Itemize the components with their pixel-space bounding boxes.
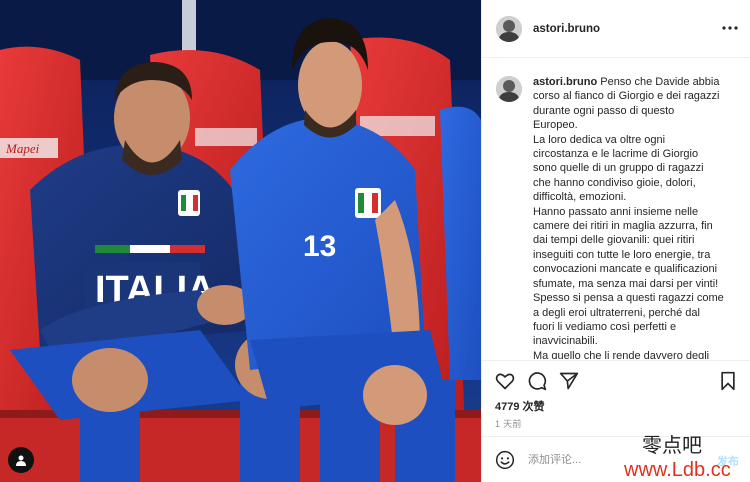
caption-username[interactable]: astori.bruno bbox=[533, 76, 597, 88]
share-icon[interactable] bbox=[559, 371, 579, 391]
caption-line: durante ogni passo di questo bbox=[533, 104, 675, 117]
emoji-icon[interactable] bbox=[495, 450, 515, 470]
comment-input[interactable] bbox=[528, 453, 648, 466]
post-side-panel: astori.bruno astori.bruno Penso che Davi… bbox=[481, 0, 750, 482]
post-comment-button[interactable]: 发布 bbox=[717, 453, 739, 469]
caption-row: astori.bruno Penso che Davide abbia cors… bbox=[496, 75, 741, 359]
jersey-number: 13 bbox=[303, 230, 336, 263]
caption-line: Spesso si pensa a questi ragazzi come bbox=[533, 292, 724, 305]
header-username[interactable]: astori.bruno bbox=[533, 23, 600, 35]
caption-line: a degli eroi ultraterreni, perché dal bbox=[533, 306, 700, 319]
comment-bar: 发布 bbox=[482, 436, 750, 482]
avatar[interactable] bbox=[496, 15, 522, 42]
post-header: astori.bruno bbox=[482, 0, 750, 58]
caption-line: che hanno condiviso gioie, dolori, bbox=[533, 176, 696, 189]
post-photo: Mapei ITALIA 13 bbox=[0, 0, 481, 482]
avatar-image bbox=[496, 76, 522, 102]
avatar-image bbox=[496, 15, 522, 42]
tagged-users-button[interactable] bbox=[8, 447, 34, 473]
caption-line: circostanza e le lacrime di Giorgio bbox=[533, 148, 699, 161]
caption-line: Hanno passato anni insieme nelle bbox=[533, 205, 699, 218]
caption-avatar[interactable] bbox=[496, 76, 522, 102]
comment-icon[interactable] bbox=[527, 371, 547, 391]
caption-line: dai tempi delle giovanili: quei ritiri bbox=[533, 234, 695, 247]
caption-line: difficoltà, emozioni. bbox=[533, 191, 627, 204]
bookmark-icon[interactable] bbox=[718, 371, 738, 391]
action-bar bbox=[482, 360, 750, 400]
caption-line: Europeo. bbox=[533, 119, 578, 132]
post-timestamp[interactable]: 1 天前 bbox=[495, 417, 522, 430]
photo-illustration: Mapei ITALIA 13 bbox=[0, 0, 481, 482]
caption-line: fuori li vediamo così perfetti e bbox=[533, 320, 677, 333]
instagram-post-modal: Mapei ITALIA 13 astori.bruno astori.brun… bbox=[0, 0, 750, 482]
caption-line: corso al fianco di Giorgio e dei ragazzi bbox=[533, 90, 720, 103]
heart-icon[interactable] bbox=[495, 371, 515, 391]
caption-line: Penso che Davide abbia bbox=[600, 76, 720, 88]
caption-line: sono quelle di un gruppo di ragazzi bbox=[533, 162, 704, 175]
more-options-button[interactable] bbox=[721, 19, 739, 37]
caption-line: inavvicinabili. bbox=[533, 335, 598, 348]
seat-logo-text: Mapei bbox=[5, 141, 40, 156]
caption-line: convocazioni mancate e qualificazioni bbox=[533, 263, 718, 276]
user-tag-icon bbox=[16, 455, 26, 466]
caption-line: sfumate, ma senza mai darsi per vinti! bbox=[533, 277, 719, 290]
likes-count[interactable]: 4779 次赞 bbox=[495, 398, 545, 414]
more-options-icon bbox=[722, 26, 738, 30]
comments-area[interactable]: astori.bruno Penso che Davide abbia cors… bbox=[482, 59, 750, 359]
caption-line: camere dei ritiri in maglia azzurra, fin bbox=[533, 220, 713, 233]
caption-line: inseguiti con tutte le loro energie, tra bbox=[533, 248, 711, 261]
caption-line: Ma quello che li rende davvero degli bbox=[533, 349, 710, 359]
caption-text: astori.bruno Penso che Davide abbia cors… bbox=[533, 75, 741, 359]
caption-line: La loro dedica va oltre ogni bbox=[533, 133, 666, 146]
